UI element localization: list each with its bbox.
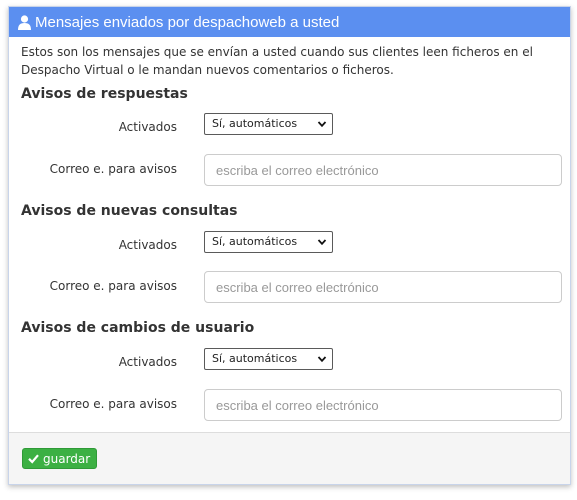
save-button-label: guardar	[43, 451, 91, 466]
cambios-usuario-email-input[interactable]	[204, 389, 562, 421]
email-label: Correo e. para avisos	[49, 397, 177, 411]
panel-title: Mensajes enviados por despachoweb a uste…	[35, 13, 340, 31]
nuevas-consultas-email-input[interactable]	[204, 271, 562, 303]
email-label: Correo e. para avisos	[49, 279, 177, 293]
cambios-usuario-enabled-select[interactable]: Sí, automáticos	[204, 348, 333, 370]
enabled-label: Activados	[118, 238, 177, 252]
panel-heading: Mensajes enviados por despachoweb a uste…	[9, 7, 570, 37]
panel-body: Estos son los mensajes que se envían a u…	[9, 37, 570, 79]
select-value: Sí, automáticos	[212, 117, 298, 130]
select-value: Sí, automáticos	[212, 352, 298, 365]
email-label: Correo e. para avisos	[49, 162, 177, 176]
enabled-label: Activados	[118, 120, 177, 134]
chevron-down-icon	[317, 239, 327, 246]
panel-footer: guardar	[9, 432, 570, 484]
user-icon	[18, 14, 31, 30]
chevron-down-icon	[317, 121, 327, 128]
enabled-label: Activados	[118, 355, 177, 369]
section-title-respuestas: Avisos de respuestas	[21, 86, 188, 102]
intro-text: Estos son los mensajes que se envían a u…	[21, 45, 533, 77]
settings-panel: Mensajes enviados por despachoweb a uste…	[8, 6, 571, 485]
select-value: Sí, automáticos	[212, 235, 298, 248]
section-title-nuevas-consultas: Avisos de nuevas consultas	[21, 203, 238, 219]
check-icon	[28, 454, 39, 464]
section-title-cambios-usuario: Avisos de cambios de usuario	[21, 320, 255, 336]
respuestas-email-input[interactable]	[204, 154, 562, 186]
nuevas-consultas-enabled-select[interactable]: Sí, automáticos	[204, 231, 333, 253]
save-button[interactable]: guardar	[22, 448, 98, 469]
respuestas-enabled-select[interactable]: Sí, automáticos	[204, 113, 333, 135]
chevron-down-icon	[317, 356, 327, 363]
